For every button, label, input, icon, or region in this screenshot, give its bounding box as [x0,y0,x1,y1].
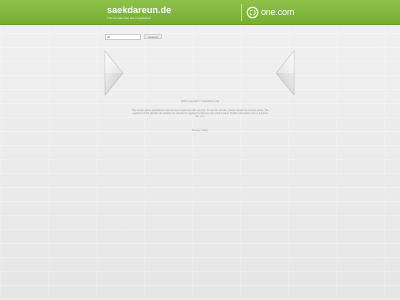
background-pattern [0,24,400,300]
next-arrow-button[interactable] [275,50,295,96]
site-title[interactable]: saekdareun.de [107,5,171,15]
page: saekdareun.de This domain has been regis… [0,0,400,300]
privacy-policy-link[interactable]: Privacy Policy [192,129,208,132]
brand-logo[interactable]: one.com [246,5,294,19]
site-subtitle: This domain has been registered [107,16,151,20]
header-bar: saekdareun.de This domain has been regis… [0,0,400,25]
header-divider [241,4,242,21]
copyright-text: 2015 Copyright © saekdareun.de [180,100,220,103]
search-bar: Search [105,33,162,40]
chevron-right-icon [275,50,295,96]
chevron-left-icon [104,50,124,96]
search-input[interactable] [105,33,141,40]
brand-name: one.com [261,7,295,17]
main-content: 2015 Copyright © saekdareun.de This doma… [128,100,272,136]
previous-arrow-button[interactable] [104,50,124,96]
search-button[interactable]: Search [144,34,162,39]
one-com-logo-icon [246,6,259,19]
domain-info-text: This domain name (saekdareun.de) has bee… [131,109,269,118]
